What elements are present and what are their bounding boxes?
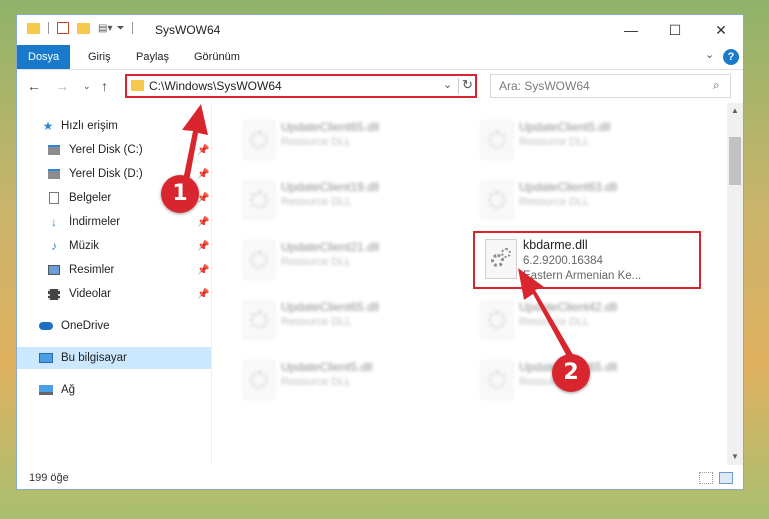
marker-2: 2 (552, 354, 590, 392)
annotation-arrows (181, 104, 575, 362)
arrow-2 (518, 268, 575, 362)
marker-1: 1 (161, 175, 199, 213)
